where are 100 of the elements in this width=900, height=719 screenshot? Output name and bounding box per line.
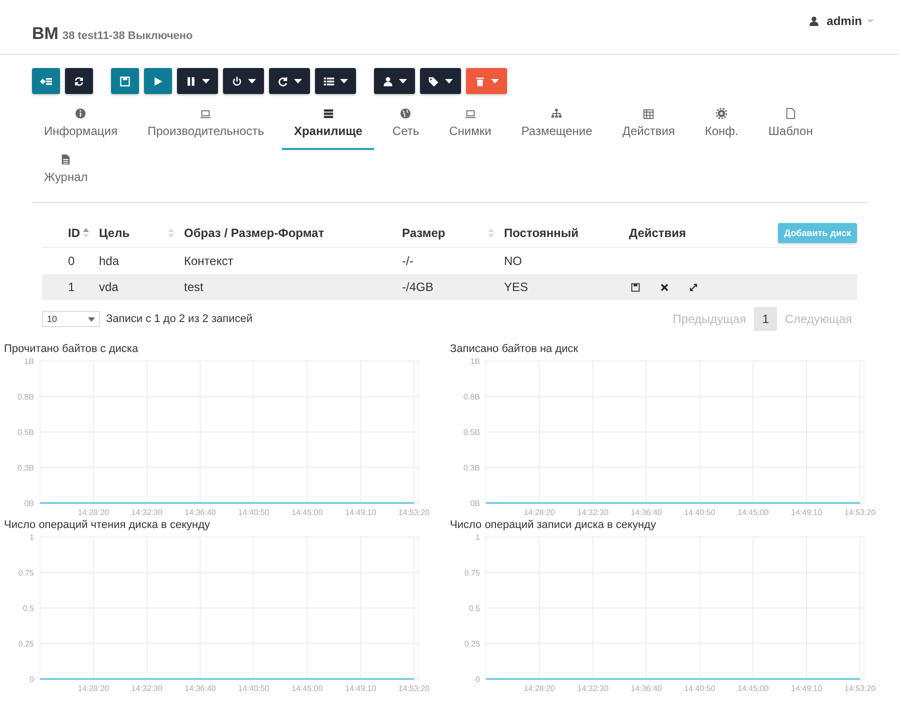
y-tick-label: 0.3B [464, 464, 480, 472]
sitemap-icon [551, 108, 562, 119]
x-tick-label: 14:28:20 [78, 508, 109, 515]
tab[interactable]: Размещение [509, 104, 604, 150]
server-icon [322, 108, 334, 119]
x-tick-label: 14:28:20 [78, 684, 109, 691]
table-cell: NO [504, 254, 522, 268]
trash-icon [474, 76, 486, 86]
column-header[interactable]: Действия [629, 226, 686, 240]
save-button[interactable] [111, 68, 139, 94]
x-tick-label: 14:49:10 [345, 508, 376, 515]
caret-icon [248, 78, 256, 84]
y-tick-label: 0.3B [18, 464, 34, 472]
chart-title: Число операций чтения диска в секунду [4, 519, 211, 531]
chart-title: Прочитано байтов с диска [4, 343, 140, 355]
y-tick-label: 0.8B [18, 392, 34, 402]
tab[interactable]: Журнал [32, 150, 100, 196]
table-cell: hda [99, 254, 120, 268]
y-tick-label: 1B [24, 357, 34, 366]
x-tick-label: 14:32:30 [577, 508, 608, 515]
x-tick-label: 14:40:50 [684, 508, 716, 515]
pause-icon [185, 76, 197, 86]
user-icon [808, 16, 819, 26]
tab[interactable]: Конф. [692, 104, 750, 150]
pause-button[interactable] [177, 68, 218, 94]
x-tick-label: 14:53:20 [398, 508, 430, 515]
x-tick-label: 14:32:30 [577, 684, 608, 691]
x-tick-label: 14:28:20 [524, 684, 555, 691]
table-cell: YES [504, 280, 528, 294]
back-button[interactable] [32, 68, 60, 94]
y-tick-label: 1 [30, 533, 34, 542]
x-tick-label: 14:49:10 [345, 684, 376, 691]
trash-button[interactable] [466, 68, 507, 94]
column-header[interactable]: Образ / Размер-Формат [184, 226, 324, 240]
x-tick-label: 14:36:40 [184, 684, 216, 691]
tab[interactable]: Действия [610, 104, 687, 150]
sort-icon[interactable] [83, 228, 89, 238]
play-button[interactable] [144, 68, 172, 94]
y-tick-label: 0.75 [464, 568, 480, 578]
table-cell: Контекст [184, 254, 234, 268]
table-cell: -/- [402, 254, 414, 268]
page-title: ВМ [32, 24, 58, 43]
x-tick-label: 14:45:00 [738, 684, 769, 691]
user-icon [382, 76, 394, 86]
save-icon[interactable] [631, 282, 640, 292]
refresh-button[interactable] [65, 68, 93, 94]
column-header[interactable]: Размер [402, 226, 446, 240]
caret-icon [445, 78, 453, 84]
x-tick-label: 14:36:40 [184, 508, 216, 515]
list-button[interactable] [315, 68, 356, 94]
caret-icon [491, 78, 499, 84]
page-size-select[interactable]: 10 [42, 311, 100, 327]
calendar-icon [643, 108, 654, 119]
y-tick-label: 1B [470, 357, 480, 366]
chart-title: Число операций записи диска в секунду [450, 519, 657, 531]
y-tick-label: 0B [470, 499, 480, 508]
expand-icon[interactable] [689, 282, 698, 292]
column-header[interactable]: Постоянный [504, 226, 578, 240]
power-icon [231, 76, 243, 86]
x-tick-label: 14:49:10 [791, 684, 822, 691]
tab[interactable]: Снимки [437, 104, 504, 150]
column-header[interactable]: ID [68, 226, 80, 240]
caret-icon [202, 78, 210, 84]
laptop-icon [464, 108, 476, 119]
info-icon [75, 108, 86, 119]
x-tick-label: 14:28:20 [524, 508, 555, 515]
back-list-icon [40, 76, 52, 86]
y-tick-label: 0.5 [468, 604, 480, 613]
y-tick-label: 0.5B [464, 428, 480, 437]
tags-button[interactable] [420, 68, 461, 94]
user-menu[interactable]: admin [808, 14, 874, 28]
x-tick-label: 14:40:50 [684, 684, 716, 691]
table-cell: test [184, 280, 204, 294]
redo-icon [277, 76, 289, 86]
x-tick-label: 14:45:00 [292, 684, 323, 691]
x-tick-label: 14:53:20 [398, 684, 430, 691]
tab[interactable]: Производительность [135, 104, 276, 150]
x-tick-label: 14:45:00 [292, 508, 323, 515]
column-header[interactable]: Цель [99, 226, 130, 240]
tab[interactable]: Информация [32, 104, 130, 150]
tab[interactable]: Хранилище [282, 104, 374, 150]
x-tick-label: 14:32:30 [131, 508, 162, 515]
x-tick-label: 14:53:20 [844, 684, 876, 691]
tab[interactable]: Сеть [380, 104, 432, 150]
vm-subtitle: 38 test11-38 Выключено [62, 30, 193, 42]
table-cell: 1 [68, 280, 75, 294]
table-cell: vda [99, 280, 118, 294]
table-cell: 0 [68, 254, 75, 268]
close-icon[interactable] [660, 282, 669, 292]
caret-icon [867, 18, 874, 24]
caret-icon [88, 316, 95, 322]
redo-button[interactable] [269, 68, 310, 94]
power-button[interactable] [223, 68, 264, 94]
page-button[interactable]: 1 [754, 307, 777, 331]
user-button[interactable] [374, 68, 415, 94]
x-tick-label: 14:36:40 [630, 684, 662, 691]
y-tick-label: 0.5B [18, 428, 34, 437]
y-tick-label: 0.25 [18, 640, 34, 648]
tab[interactable]: Шаблон [756, 104, 825, 150]
x-tick-label: 14:45:00 [738, 508, 769, 515]
